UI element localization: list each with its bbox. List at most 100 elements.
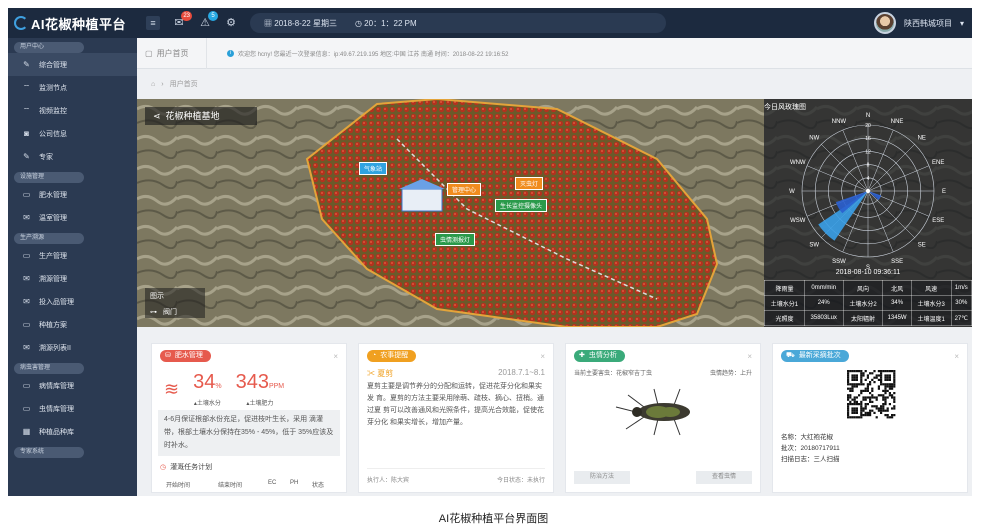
wind-direction-label: NNW [832, 119, 847, 125]
user-name: 陕西韩城项目 [903, 18, 952, 28]
close-icon[interactable]: × [333, 352, 338, 361]
wave-icon: ≋ [164, 378, 180, 399]
menu-toggle-icon[interactable]: ≡ [146, 16, 161, 30]
settings-icon[interactable]: ⚙ [224, 16, 238, 30]
sidebar-item-company[interactable]: ◙ 公司信息 [8, 122, 137, 145]
pest-trap-marker[interactable]: 虫情测报灯 [435, 233, 476, 246]
close-icon[interactable]: × [954, 352, 959, 361]
chevron-down-icon: ▾ [959, 18, 964, 28]
soil-moisture-unit: % [215, 383, 222, 390]
table-cell: 24% [803, 295, 844, 311]
sidebar-item-label: 种植品种库 [39, 428, 74, 436]
mail-icon: ✉ [23, 343, 30, 352]
home-icon[interactable]: ⌂ [151, 81, 155, 88]
sidebar-group-trace: 生产溯源 [14, 233, 84, 244]
sidebar-item-video[interactable]: ⌔ 视频监控 [8, 99, 137, 122]
sidebar-item-fertilizer[interactable]: ▭ 肥水管理 [8, 183, 137, 206]
grid-icon: ▦ [22, 427, 31, 436]
qr-code[interactable] [773, 368, 969, 424]
login-notice: i 欢迎您 hcny! 您最近一次登录信息：ip:49.67.219.195 地区… [227, 49, 508, 58]
user-menu[interactable]: 陕西韩城项目 ▾ [873, 12, 964, 34]
wind-timestamp: 2018-08-10 09:36:11 [836, 269, 901, 276]
wind-direction-label: SW [809, 243, 819, 249]
app-logo[interactable]: AI花椒种植平台 [14, 14, 126, 33]
message-count-badge: 23 [181, 11, 193, 21]
sidebar: 用户中心 ✎ 综合管理 ⌔ 监测节点 ⌔ 视频监控 ◙ 公司信息 ✎ 专家 设施管理 ▭ 肥… [8, 38, 137, 496]
message-icon[interactable]: ✉ 23 [172, 11, 193, 30]
clock-icon: ◷ [160, 464, 167, 471]
batch-info: 名称：大红袍花椒 批次：20180717911 扫描日志：三人扫描 [773, 426, 967, 471]
sidebar-group-pest: 病虫害管理 [14, 363, 84, 374]
sidebar-item-production[interactable]: ▭ 生产管理 [8, 244, 137, 267]
wind-direction-label: W [789, 189, 795, 195]
farm-reminder-card: ◔ 农事提醒 × ✂ 夏剪 2018.7.1~8.1 夏剪主要是调节养分的分配和运转… [358, 343, 554, 493]
wind-direction-label: SE [918, 243, 926, 249]
wind-rose-tick: 8 [867, 163, 870, 169]
sidebar-group-expert: 专家系统 [14, 447, 84, 458]
sidebar-item-monitor-nodes[interactable]: ⌔ 监测节点 [8, 76, 137, 99]
table-cell: 35803Lux [803, 310, 844, 326]
fertilizer-advice: 4-6月保证根部水份充足，促进枝叶生长，采用 滴灌带，根部土壤水分保持在35% … [158, 410, 340, 456]
table-row: 光照度 35803Lux 太阳辐射 1345W 土壤温度1 27℃ [764, 310, 972, 326]
plus-icon: ✚ [579, 352, 585, 359]
column-header: 结束时间 [218, 483, 243, 489]
fertilizer-card-title: ⛁ 肥水管理 [160, 350, 211, 362]
sidebar-item-variety-lib[interactable]: ▦ 种植品种库 [8, 420, 137, 443]
breadcrumb-current[interactable]: 用户首页 [170, 79, 198, 89]
wind-rose-tick: 4 [867, 176, 870, 182]
sidebar-item-pest-lib[interactable]: ▭ 虫情库管理 [8, 397, 137, 420]
sidebar-item-plan[interactable]: ▭ 种植方案 [8, 313, 137, 336]
latest-batch-card: ⛟ 最新采摘批次 × 名称：大红袍花椒 批次：20180717911 扫描日志：三人… [772, 343, 968, 493]
card-title-text: 肥水管理 [174, 352, 203, 359]
sidebar-item-label: 虫情库管理 [39, 405, 74, 413]
sidebar-item-greenhouse[interactable]: ✉ 温室管理 [8, 206, 137, 229]
logo-icon [14, 16, 28, 30]
avatar[interactable] [873, 12, 896, 34]
sidebar-item-disease-lib[interactable]: ▭ 病情库管理 [8, 374, 137, 397]
sidebar-item-label: 种植方案 [39, 321, 67, 329]
date-time-bar: ▦ 2018-8-22 星期三 ◷ 20：1：22 PM [250, 13, 667, 33]
close-icon[interactable]: × [540, 352, 545, 361]
sidebar-item-label: 温室管理 [39, 214, 67, 222]
sidebar-item-expert[interactable]: ✎ 专家 [8, 145, 137, 168]
calendar-icon: ▦ [264, 18, 273, 28]
soil-moisture-value: 34 [193, 371, 216, 393]
scissors-icon: ✂ [367, 369, 375, 378]
alert-icon[interactable]: ⚠ 5 [198, 11, 219, 30]
sidebar-item-overview[interactable]: ✎ 综合管理 [8, 53, 137, 76]
wind-rose-title: 今日风玫瑰图 [764, 104, 806, 111]
wind-rose-panel: 今日风玫瑰图 N NNE NE ENE E ESE SE SSE S SSW SW WSW W WNW NW… [764, 99, 972, 327]
control-method-button[interactable]: 防治方法 [574, 471, 630, 484]
valve-icon: ⊶ [150, 309, 157, 316]
task-date: 2018.7.1~8.1 [498, 368, 545, 377]
app-title: AI花椒种植平台 [31, 16, 127, 32]
sidebar-item-label: 公司信息 [39, 130, 67, 138]
table-cell: 风向 [842, 280, 884, 296]
view-pest-button[interactable]: 查看虫情 [696, 471, 752, 484]
wind-direction-label: ENE [932, 160, 944, 166]
task-footer: 执行人：陈大宾 今日状态：未执行 [367, 468, 545, 484]
tab-home[interactable]: ▢ 用户首页 [137, 37, 207, 69]
calendar-icon: ▭ [22, 251, 31, 260]
soil-fertility-stat: 343PPM ▴土壤肥力 [236, 371, 285, 407]
task-subject: 夏剪 [377, 369, 394, 378]
weather-station-marker[interactable]: 气象站 [359, 162, 388, 175]
table-cell: 土壤温度1 [910, 310, 952, 326]
management-center-marker[interactable]: 管理中心 [447, 183, 482, 196]
farm-map[interactable]: ⋖ 花椒种植基地 气象站 管理中心 灭虫灯 生长监控摄像头 虫情测报灯 图示 ⊶ 阀… [137, 99, 972, 327]
tab-label: 用户首页 [156, 48, 189, 58]
close-icon[interactable]: × [747, 352, 752, 361]
insect-lamp-marker[interactable]: 灭虫灯 [515, 177, 544, 190]
sidebar-item-label: 肥水管理 [39, 191, 67, 199]
share-icon[interactable]: ⋖ [153, 107, 161, 125]
table-cell: 土壤水分3 [910, 295, 952, 311]
card-title-text: 农事提醒 [380, 352, 409, 359]
sidebar-item-trace[interactable]: ✉ 溯源管理 [8, 267, 137, 290]
edit-icon: ✎ [23, 152, 30, 161]
map-title: ⋖ 花椒种植基地 [145, 107, 257, 125]
growth-camera-marker[interactable]: 生长监控摄像头 [495, 199, 548, 212]
sidebar-item-trace-list[interactable]: ✉ 溯源列表II [8, 336, 137, 359]
wind-direction-label: NE [918, 135, 926, 141]
sidebar-item-inputs[interactable]: ✉ 投入品管理 [8, 290, 137, 313]
mail-icon: ✉ [23, 297, 30, 306]
